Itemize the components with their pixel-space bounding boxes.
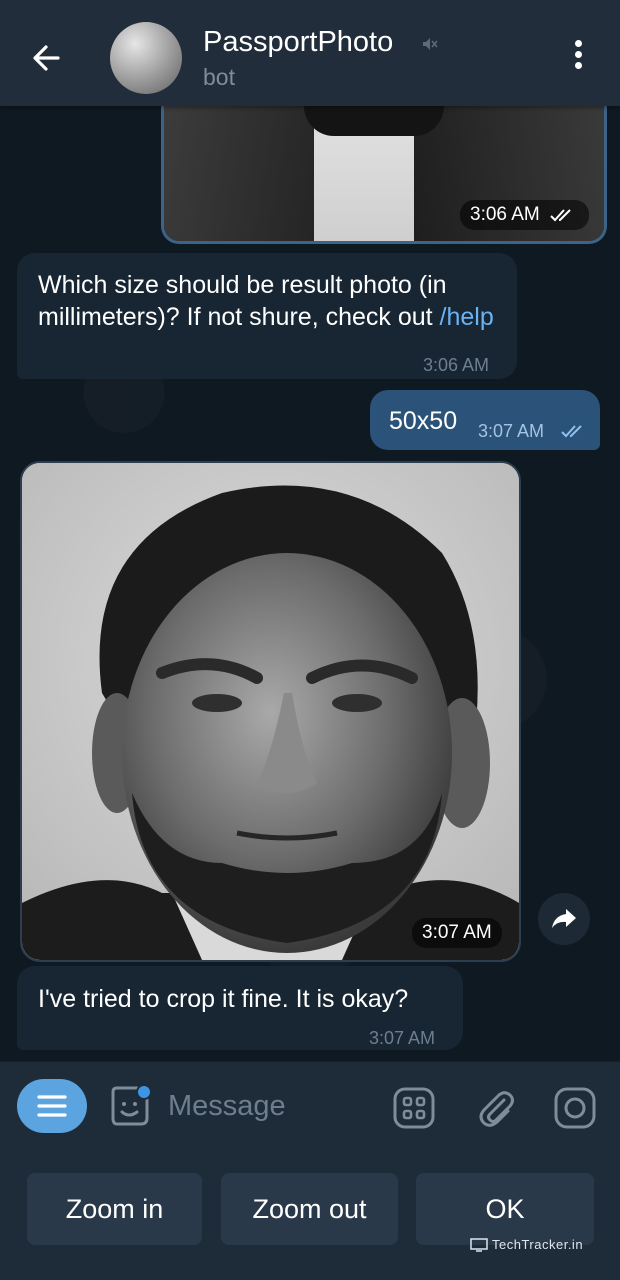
outgoing-message-bubble[interactable]: 50x50 3:07 AM [370, 390, 600, 450]
incoming-message-bubble[interactable]: Which size should be result photo (in mi… [17, 253, 517, 379]
chat-title[interactable]: PassportPhoto [203, 26, 393, 59]
message-time: 3:07 AM [412, 918, 502, 948]
sent-photo-message[interactable]: 3:06 AM [161, 106, 607, 244]
double-check-icon [550, 209, 571, 222]
paperclip-icon[interactable] [474, 1086, 518, 1130]
portrait-image [22, 463, 519, 960]
message-time: 3:07 AM [478, 421, 545, 441]
message-text: 50x50 [389, 407, 458, 435]
message-time: 3:06 AM [423, 355, 490, 375]
monitor-logo-icon [470, 1237, 488, 1252]
zoom-in-button[interactable]: Zoom in [27, 1173, 202, 1245]
zoom-out-button[interactable]: Zoom out [221, 1173, 398, 1245]
message-time: 3:06 AM [470, 204, 540, 225]
cropped-portrait-photo[interactable]: 3:07 AM [20, 461, 521, 962]
bot-menu-button[interactable] [17, 1079, 87, 1133]
message-time-pill: 3:06 AM [460, 200, 589, 230]
sticker-icon[interactable] [105, 1082, 153, 1130]
more-options-icon[interactable] [565, 40, 591, 76]
camera-icon[interactable] [553, 1086, 597, 1130]
chat-subtitle: bot [203, 64, 235, 90]
avatar[interactable] [110, 22, 182, 94]
message-text: I've tried to crop it fine. It is okay? [38, 985, 409, 1013]
message-text: Which size should be result photo (in mi… [38, 271, 494, 331]
chat-header: PassportPhoto bot [0, 0, 620, 106]
message-input-bar: Message [0, 1061, 620, 1150]
hamburger-icon [37, 1095, 67, 1117]
message-input[interactable]: Message [168, 1090, 286, 1123]
back-arrow-icon[interactable] [28, 38, 68, 78]
message-time: 3:07 AM [369, 1028, 436, 1048]
help-command-link[interactable]: /help [440, 303, 494, 331]
ok-button[interactable]: OK [416, 1173, 594, 1245]
share-button[interactable] [538, 893, 590, 945]
bot-reply-keyboard: Zoom in Zoom out OK TechTracker.in [0, 1149, 620, 1280]
forward-arrow-icon [552, 909, 576, 928]
watermark: TechTracker.in [470, 1237, 583, 1252]
muted-speaker-icon [423, 38, 438, 50]
incoming-message-bubble[interactable]: I've tried to crop it fine. It is okay? … [17, 966, 463, 1050]
bot-commands-icon[interactable] [392, 1086, 436, 1130]
double-check-icon [561, 425, 582, 438]
